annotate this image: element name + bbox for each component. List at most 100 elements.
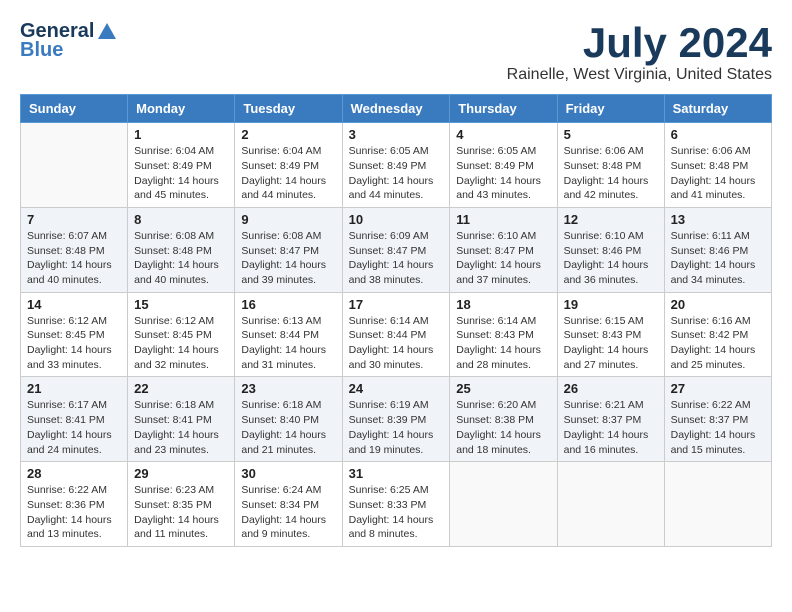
day-info: Sunrise: 6:22 AM Sunset: 8:37 PM Dayligh… [671,398,765,457]
day-number: 13 [671,212,765,227]
day-info: Sunrise: 6:04 AM Sunset: 8:49 PM Dayligh… [134,144,228,203]
day-info: Sunrise: 6:14 AM Sunset: 8:43 PM Dayligh… [456,314,550,373]
day-number: 27 [671,381,765,396]
calendar-week-row: 14 Sunrise: 6:12 AM Sunset: 8:45 PM Dayli… [21,292,772,377]
day-number: 12 [564,212,658,227]
day-number: 17 [349,297,444,312]
day-number: 18 [456,297,550,312]
table-row: 22 Sunrise: 6:18 AM Sunset: 8:41 PM Dayli… [128,377,235,462]
logo-blue: Blue [20,39,63,62]
col-monday: Monday [128,95,235,123]
day-number: 25 [456,381,550,396]
day-number: 24 [349,381,444,396]
day-number: 21 [27,381,121,396]
table-row: 3 Sunrise: 6:05 AM Sunset: 8:49 PM Daylig… [342,123,450,208]
col-saturday: Saturday [664,95,771,123]
day-info: Sunrise: 6:13 AM Sunset: 8:44 PM Dayligh… [241,314,335,373]
day-info: Sunrise: 6:15 AM Sunset: 8:43 PM Dayligh… [564,314,658,373]
table-row: 27 Sunrise: 6:22 AM Sunset: 8:37 PM Dayli… [664,377,771,462]
table-row: 25 Sunrise: 6:20 AM Sunset: 8:38 PM Dayli… [450,377,557,462]
day-number: 4 [456,127,550,142]
day-number: 23 [241,381,335,396]
table-row: 4 Sunrise: 6:05 AM Sunset: 8:49 PM Daylig… [450,123,557,208]
logo: General Blue [20,20,118,62]
table-row: 1 Sunrise: 6:04 AM Sunset: 8:49 PM Daylig… [128,123,235,208]
col-tuesday: Tuesday [235,95,342,123]
logo-icon [96,21,118,43]
day-number: 16 [241,297,335,312]
day-number: 22 [134,381,228,396]
day-number: 3 [349,127,444,142]
day-number: 1 [134,127,228,142]
day-info: Sunrise: 6:10 AM Sunset: 8:47 PM Dayligh… [456,229,550,288]
table-row: 14 Sunrise: 6:12 AM Sunset: 8:45 PM Dayli… [21,292,128,377]
col-thursday: Thursday [450,95,557,123]
day-info: Sunrise: 6:19 AM Sunset: 8:39 PM Dayligh… [349,398,444,457]
day-number: 28 [27,466,121,481]
day-number: 19 [564,297,658,312]
col-friday: Friday [557,95,664,123]
main-title: July 2024 [507,20,772,66]
table-row [664,462,771,547]
title-section: July 2024 Rainelle, West Virginia, Unite… [507,20,772,84]
table-row: 12Sunrise: 6:10 AM Sunset: 8:46 PM Dayli… [557,207,664,292]
table-row: 10Sunrise: 6:09 AM Sunset: 8:47 PM Dayli… [342,207,450,292]
day-number: 10 [349,212,444,227]
col-sunday: Sunday [21,95,128,123]
day-info: Sunrise: 6:05 AM Sunset: 8:49 PM Dayligh… [456,144,550,203]
day-info: Sunrise: 6:23 AM Sunset: 8:35 PM Dayligh… [134,483,228,542]
day-info: Sunrise: 6:11 AM Sunset: 8:46 PM Dayligh… [671,229,765,288]
day-info: Sunrise: 6:25 AM Sunset: 8:33 PM Dayligh… [349,483,444,542]
table-row: 17 Sunrise: 6:14 AM Sunset: 8:44 PM Dayli… [342,292,450,377]
table-row: 26 Sunrise: 6:21 AM Sunset: 8:37 PM Dayli… [557,377,664,462]
day-info: Sunrise: 6:21 AM Sunset: 8:37 PM Dayligh… [564,398,658,457]
day-info: Sunrise: 6:18 AM Sunset: 8:40 PM Dayligh… [241,398,335,457]
subtitle: Rainelle, West Virginia, United States [507,66,772,84]
day-info: Sunrise: 6:08 AM Sunset: 8:47 PM Dayligh… [241,229,335,288]
day-number: 8 [134,212,228,227]
header: General Blue July 2024 Rainelle, West Vi… [20,20,772,84]
day-info: Sunrise: 6:20 AM Sunset: 8:38 PM Dayligh… [456,398,550,457]
table-row: 30Sunrise: 6:24 AM Sunset: 8:34 PM Dayli… [235,462,342,547]
day-info: Sunrise: 6:06 AM Sunset: 8:48 PM Dayligh… [564,144,658,203]
day-number: 14 [27,297,121,312]
day-number: 6 [671,127,765,142]
day-number: 9 [241,212,335,227]
day-info: Sunrise: 6:04 AM Sunset: 8:49 PM Dayligh… [241,144,335,203]
day-info: Sunrise: 6:12 AM Sunset: 8:45 PM Dayligh… [27,314,121,373]
table-row: 23 Sunrise: 6:18 AM Sunset: 8:40 PM Dayli… [235,377,342,462]
day-number: 30 [241,466,335,481]
table-row: 8Sunrise: 6:08 AM Sunset: 8:48 PM Daylig… [128,207,235,292]
day-info: Sunrise: 6:16 AM Sunset: 8:42 PM Dayligh… [671,314,765,373]
day-number: 29 [134,466,228,481]
day-info: Sunrise: 6:12 AM Sunset: 8:45 PM Dayligh… [134,314,228,373]
day-number: 20 [671,297,765,312]
table-row: 21 Sunrise: 6:17 AM Sunset: 8:41 PM Dayli… [21,377,128,462]
table-row [21,123,128,208]
day-number: 7 [27,212,121,227]
day-number: 5 [564,127,658,142]
day-info: Sunrise: 6:05 AM Sunset: 8:49 PM Dayligh… [349,144,444,203]
table-row: 19 Sunrise: 6:15 AM Sunset: 8:43 PM Dayli… [557,292,664,377]
day-info: Sunrise: 6:18 AM Sunset: 8:41 PM Dayligh… [134,398,228,457]
table-row [557,462,664,547]
day-info: Sunrise: 6:14 AM Sunset: 8:44 PM Dayligh… [349,314,444,373]
day-number: 26 [564,381,658,396]
table-row: 18 Sunrise: 6:14 AM Sunset: 8:43 PM Dayli… [450,292,557,377]
calendar-week-row: 1 Sunrise: 6:04 AM Sunset: 8:49 PM Daylig… [21,123,772,208]
day-info: Sunrise: 6:17 AM Sunset: 8:41 PM Dayligh… [27,398,121,457]
table-row: 5 Sunrise: 6:06 AM Sunset: 8:48 PM Daylig… [557,123,664,208]
table-row: 29 Sunrise: 6:23 AM Sunset: 8:35 PM Dayli… [128,462,235,547]
calendar-week-row: 28 Sunrise: 6:22 AM Sunset: 8:36 PM Dayli… [21,462,772,547]
day-number: 11 [456,212,550,227]
calendar: Sunday Monday Tuesday Wednesday Thursday… [20,94,772,547]
table-row: 24 Sunrise: 6:19 AM Sunset: 8:39 PM Dayli… [342,377,450,462]
table-row: 13 Sunrise: 6:11 AM Sunset: 8:46 PM Dayli… [664,207,771,292]
table-row: 31Sunrise: 6:25 AM Sunset: 8:33 PM Dayli… [342,462,450,547]
day-info: Sunrise: 6:22 AM Sunset: 8:36 PM Dayligh… [27,483,121,542]
day-info: Sunrise: 6:06 AM Sunset: 8:48 PM Dayligh… [671,144,765,203]
table-row: 20 Sunrise: 6:16 AM Sunset: 8:42 PM Dayli… [664,292,771,377]
table-row [450,462,557,547]
col-wednesday: Wednesday [342,95,450,123]
table-row: 11 Sunrise: 6:10 AM Sunset: 8:47 PM Dayli… [450,207,557,292]
